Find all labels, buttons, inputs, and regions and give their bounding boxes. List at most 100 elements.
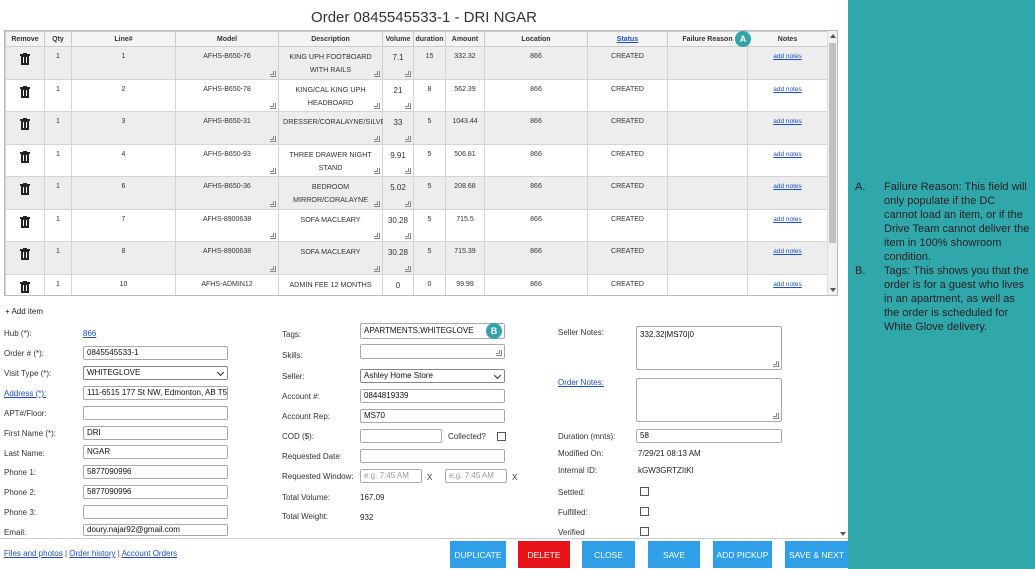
resize-grip-icon[interactable] [270,265,276,272]
add-notes-link[interactable]: add notes [773,53,802,60]
description-cell[interactable]: KING UPH FOOTBOARD WITH RAILS [278,46,383,80]
address-field[interactable]: 111-6515 177 St NW, Edmonton, AB T5T [83,386,228,400]
files-photos-link[interactable]: Files and photos [4,549,63,558]
resize-grip-icon[interactable] [270,103,276,109]
apt-field[interactable] [83,406,228,420]
resize-grip-icon[interactable] [270,135,276,142]
resize-grip-icon[interactable] [374,135,380,142]
trash-icon[interactable] [20,150,30,163]
volume-cell[interactable]: 5.02 [382,176,414,210]
model-cell[interactable]: AFHS-ADMIN12 [175,273,279,295]
volume-cell[interactable]: 30.28 [382,241,414,275]
duration-field[interactable]: 58 [636,429,782,443]
save-button[interactable]: SAVE [648,541,700,568]
add-notes-link[interactable]: add notes [773,248,802,255]
volume-cell[interactable]: 9.91 [382,143,414,177]
description-cell[interactable]: BEDROOM MIRROR/CORALAYNE [278,176,383,210]
scroll-thumb[interactable] [829,43,836,243]
duplicate-button[interactable]: DUPLICATE [450,541,506,568]
scroll-down-icon[interactable] [840,532,846,536]
resize-grip-icon[interactable] [270,200,276,207]
add-notes-link[interactable]: add notes [773,118,802,125]
resize-grip-icon[interactable] [405,70,411,77]
delete-button[interactable]: DELETE [518,541,570,568]
resize-grip-icon[interactable] [405,103,411,109]
skills-field[interactable] [360,344,505,359]
window-start-clear-icon[interactable]: X [427,473,432,482]
phone3-field[interactable] [83,505,228,519]
trash-icon[interactable] [20,53,30,65]
add-notes-link[interactable]: add notes [773,86,802,93]
trash-icon[interactable] [20,183,30,195]
account-field[interactable]: 0844819339 [360,389,505,403]
description-cell[interactable]: ADMIN FEE 12 MONTHS [278,273,383,295]
table-scrollbar[interactable] [827,31,837,295]
resize-grip-icon[interactable] [773,361,779,367]
volume-cell[interactable]: 0 [382,273,414,295]
order-history-link[interactable]: Order history [69,549,115,558]
account-orders-link[interactable]: Account Orders [122,549,178,558]
description-cell[interactable]: THREE DRAWER NIGHT STAND [278,143,383,177]
scroll-up-icon[interactable] [830,34,836,38]
resize-grip-icon[interactable] [270,168,276,174]
order-number-field[interactable]: 0845545533-1 [83,346,228,360]
close-button[interactable]: CLOSE [582,541,635,568]
last-name-field[interactable]: NGAR [83,445,228,459]
resize-grip-icon[interactable] [496,350,502,356]
resize-grip-icon[interactable] [405,168,411,174]
seller-notes-field[interactable]: 332.32|MS70|0 [636,326,782,370]
status-sort-link[interactable]: Status [617,36,638,43]
volume-cell[interactable]: 7.1 [382,46,414,80]
trash-icon[interactable] [20,118,30,130]
description-cell[interactable]: KING/CAL KING UPH HEADBOARD [278,78,383,112]
add-notes-link[interactable]: add notes [773,281,802,288]
model-cell[interactable]: AFHS-8900638 [175,241,279,275]
add-notes-link[interactable]: add notes [773,183,802,190]
description-cell[interactable]: SOFA MACLEARY [278,208,383,242]
address-label[interactable]: Address (*): [4,389,46,398]
account-rep-field[interactable]: MS70 [360,409,505,423]
order-notes-link[interactable]: Order Notes: [558,378,604,387]
resize-grip-icon[interactable] [405,200,411,207]
volume-cell[interactable]: 21 [382,78,414,112]
trash-icon[interactable] [20,248,30,260]
volume-cell[interactable]: 33 [382,111,414,145]
resize-grip-icon[interactable] [405,135,411,142]
description-cell[interactable]: SOFA MACLEARY [278,241,383,275]
trash-icon[interactable] [20,85,30,98]
window-end-field[interactable]: e.g. 7:45 AM [445,469,507,483]
fulfilled-checkbox[interactable] [640,507,649,516]
model-cell[interactable]: AFHS-B650-36 [175,176,279,210]
settled-checkbox[interactable] [640,487,649,496]
resize-grip-icon[interactable] [374,200,380,207]
visit-type-select[interactable]: WHITEGLOVE [83,366,228,380]
tags-field[interactable]: APARTMENTS,WHITEGLOVE [360,323,505,339]
model-cell[interactable]: AFHS-B650-76 [175,46,279,80]
add-notes-link[interactable]: add notes [773,151,802,158]
window-start-field[interactable]: e.g. 7:45 AM [360,469,422,483]
trash-icon[interactable] [20,280,30,293]
save-next-button[interactable]: SAVE & NEXT [785,541,848,568]
phone2-field[interactable]: 5877090996 [83,485,228,499]
resize-grip-icon[interactable] [374,103,380,109]
first-name-field[interactable]: DRI [83,426,228,440]
resize-grip-icon[interactable] [270,233,276,239]
collected-checkbox[interactable] [497,432,506,441]
resize-grip-icon[interactable] [374,70,380,77]
resize-grip-icon[interactable] [374,233,380,239]
requested-date-field[interactable] [360,449,505,463]
resize-grip-icon[interactable] [374,168,380,174]
volume-cell[interactable]: 30.28 [382,208,414,242]
window-end-clear-icon[interactable]: X [512,473,517,482]
seller-select[interactable]: Ashley Home Store [360,369,505,383]
description-cell[interactable]: DRESSER/CORALAYNE/SILVER [278,111,391,145]
phone1-field[interactable]: 5877090996 [83,465,228,479]
verified-checkbox[interactable] [640,527,649,536]
model-cell[interactable]: AFHS-B650-78 [175,78,279,112]
add-pickup-button[interactable]: ADD PICKUP [713,541,772,568]
cod-field[interactable] [360,429,442,443]
resize-grip-icon[interactable] [270,70,276,77]
trash-icon[interactable] [20,215,30,228]
hub-link[interactable]: 866 [83,329,96,338]
add-notes-link[interactable]: add notes [773,216,802,223]
